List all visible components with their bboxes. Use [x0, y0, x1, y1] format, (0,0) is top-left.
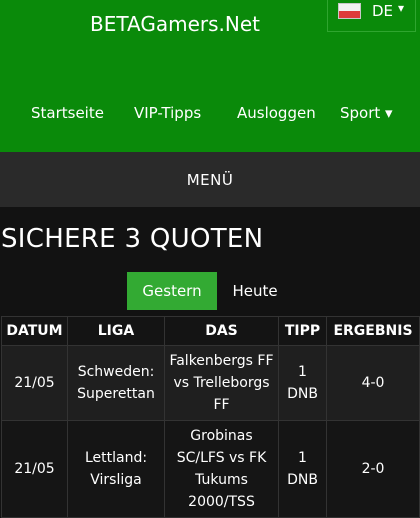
cell-date: 21/05 — [1, 345, 68, 421]
cell-tip: 1 DNB — [278, 345, 327, 421]
column-header-das: DAS — [164, 316, 279, 346]
cell-result: 4-0 — [326, 345, 420, 421]
page-title: SICHERE 3 QUOTEN — [1, 224, 264, 254]
cell-match: Falkenbergs FF vs Trelleborgs FF — [164, 345, 279, 421]
cell-match: Grobinas SC/LFS vs FK Tukums 2000/TSS — [164, 420, 279, 518]
tab-gestern[interactable]: Gestern — [127, 272, 217, 310]
cell-league: Schweden: Superettan — [67, 345, 165, 421]
cell-date: 21/05 — [1, 420, 68, 518]
chevron-down-icon: ▾ — [398, 1, 405, 15]
nav-item-startseite[interactable]: Startseite — [31, 104, 104, 122]
germany-flag-icon — [338, 3, 361, 19]
table-row: 21/05 Lettland: Virsliga Grobinas SC/LFS… — [1, 420, 420, 518]
language-selector[interactable]: DE ▾ — [327, 0, 416, 32]
menu-label: MENÜ — [186, 170, 234, 189]
nav-item-ausloggen[interactable]: Ausloggen — [237, 104, 316, 122]
column-header-ergebnis: ERGEBNIS — [326, 316, 420, 346]
nav-item-vip-tipps[interactable]: VIP-Tipps — [134, 104, 201, 122]
menu-toggle[interactable]: MENÜ — [0, 152, 420, 207]
tips-table: DATUM LIGA DAS TIPP ERGEBNIS 21/05 Schwe… — [1, 316, 420, 518]
cell-result: 2-0 — [326, 420, 420, 518]
language-code: DE — [372, 2, 394, 20]
tab-heute[interactable]: Heute — [221, 272, 289, 310]
site-title[interactable]: BETAGamers.Net — [90, 12, 260, 36]
table-header-row: DATUM LIGA DAS TIPP ERGEBNIS — [1, 316, 420, 346]
cell-tip: 1 DNB — [278, 420, 327, 518]
column-header-tipp: TIPP — [278, 316, 327, 346]
site-header: BETAGamers.Net DE ▾ Startseite VIP-Tipps… — [0, 0, 420, 152]
column-header-datum: DATUM — [1, 316, 68, 346]
cell-league: Lettland: Virsliga — [67, 420, 165, 518]
nav-item-sport-dropdown[interactable]: Sport ▾ — [340, 104, 393, 122]
column-header-liga: LIGA — [67, 316, 165, 346]
table-row: 21/05 Schweden: Superettan Falkenbergs F… — [1, 345, 420, 421]
